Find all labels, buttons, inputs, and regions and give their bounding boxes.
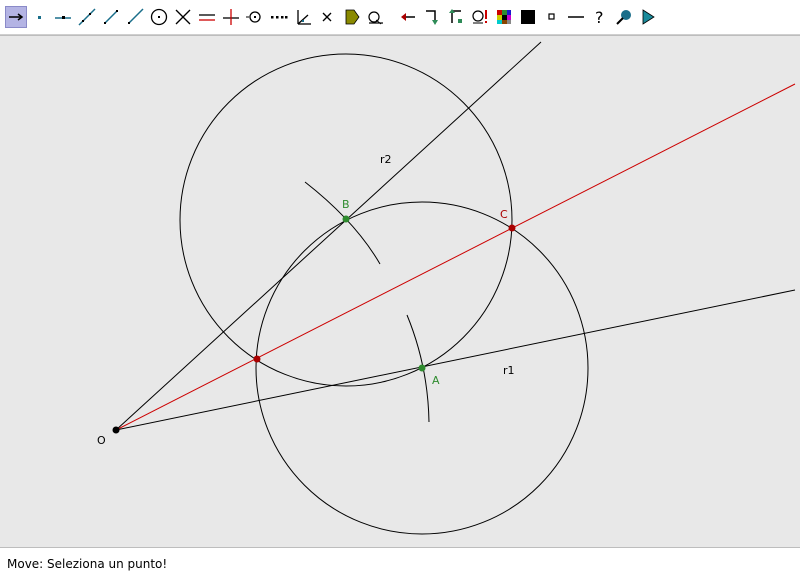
move-tool-icon[interactable] [5, 6, 27, 28]
fill-black-icon[interactable] [517, 6, 539, 28]
arc-at-a[interactable] [406, 314, 430, 423]
perpendicular-tool-icon[interactable] [220, 6, 242, 28]
macro-start-icon[interactable] [421, 6, 443, 28]
macro-run-icon[interactable] [469, 6, 491, 28]
ray-through-c[interactable] [115, 83, 796, 431]
drawing-canvas[interactable]: O B A C r1 r2 [0, 35, 800, 548]
label-tool-icon[interactable] [341, 6, 363, 28]
ray-through-a[interactable] [115, 289, 796, 431]
status-message: Move: Seleziona un punto! [7, 557, 168, 571]
line-tool-icon[interactable] [76, 6, 98, 28]
toolbar: ? [0, 0, 800, 35]
svg-text:?: ? [595, 8, 604, 27]
point-intersection-left[interactable] [253, 355, 261, 363]
macro-end-icon[interactable] [445, 6, 467, 28]
measure-tool-icon[interactable] [365, 6, 387, 28]
label-o: O [97, 434, 106, 447]
label-r2: r2 [380, 153, 392, 166]
color-palette-icon[interactable] [493, 6, 515, 28]
intersection-tool-icon[interactable] [172, 6, 194, 28]
segment-tool-icon[interactable] [100, 6, 122, 28]
point-on-line-tool-icon[interactable] [52, 6, 74, 28]
help-icon[interactable]: ? [589, 6, 611, 28]
point-tool-icon[interactable] [28, 6, 50, 28]
ray-tool-icon[interactable] [124, 6, 146, 28]
angle-tool-icon[interactable] [292, 6, 314, 28]
label-r1: r1 [503, 364, 515, 377]
status-bar: Move: Seleziona un punto! [0, 548, 800, 580]
circle-tool-icon[interactable] [148, 6, 170, 28]
play-icon[interactable] [637, 6, 659, 28]
parallel-tool-icon[interactable] [196, 6, 218, 28]
undo-arrow-icon[interactable] [397, 6, 419, 28]
point-style-icon[interactable] [541, 6, 563, 28]
point-o[interactable] [112, 426, 120, 434]
point-c[interactable] [508, 224, 516, 232]
label-a: A [432, 374, 440, 387]
point-a[interactable] [418, 364, 426, 372]
line-style-icon[interactable] [565, 6, 587, 28]
delete-tool-icon[interactable] [316, 6, 338, 28]
label-b: B [342, 198, 350, 211]
locus-tool-icon[interactable] [268, 6, 290, 28]
zoom-icon[interactable] [613, 6, 635, 28]
label-c: C [500, 208, 508, 221]
ray-through-b[interactable] [115, 41, 542, 431]
point-b[interactable] [342, 215, 350, 223]
midpoint-tool-icon[interactable] [244, 6, 266, 28]
